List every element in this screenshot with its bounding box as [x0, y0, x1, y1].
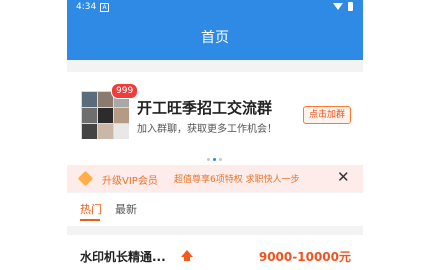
group-banner[interactable]: 999 开工旺季招工交流群 加入群聊，获取更多工作机会！ 点击加群 [67, 72, 363, 168]
carousel-dot-active [213, 158, 216, 161]
vip-label: 升级VIP会员 [102, 176, 158, 187]
join-group-button[interactable]: 点击加群 [303, 106, 351, 124]
job-salary: 9000-10000元 [258, 250, 351, 264]
phone-screen: 4:34 A 首页 999 开工旺季招工交流群 加入群聊，获取更多工作机会！ 点… [67, 0, 363, 270]
job-list-item[interactable]: 水印机长精通... 9000-10000元 [67, 235, 363, 270]
diamond-icon [77, 170, 94, 187]
page-title: 首页 [201, 30, 229, 46]
member-count-badge: 999 [111, 83, 139, 99]
notification-icon: A [100, 3, 109, 12]
boost-up-icon [181, 250, 193, 257]
active-tab-indicator [80, 219, 100, 221]
vip-promo-bar[interactable]: 升级VIP会员 超值尊享6项特权 求职快人一步 ✕ [67, 165, 363, 192]
carousel-dot [219, 158, 222, 161]
job-title: 水印机长精通... [80, 250, 166, 264]
vip-description: 超值尊享6项特权 求职快人一步 [174, 175, 300, 185]
wifi-icon [333, 3, 343, 10]
banner-subtitle: 加入群聊，获取更多工作机会！ [137, 124, 277, 135]
close-icon[interactable]: ✕ [337, 169, 350, 185]
boost-up-icon-stem [184, 257, 190, 261]
carousel-dot [207, 158, 210, 161]
battery-icon [348, 2, 353, 11]
banner-title: 开工旺季招工交流群 [137, 99, 273, 117]
tab-new[interactable]: 最新 [115, 201, 137, 217]
status-bar: 4:34 A [67, 0, 363, 15]
tab-hot[interactable]: 热门 [80, 201, 102, 217]
status-time: 4:34 [76, 2, 97, 12]
app-bar: 首页 [67, 15, 363, 60]
job-tabs: 热门 最新 [67, 193, 363, 226]
